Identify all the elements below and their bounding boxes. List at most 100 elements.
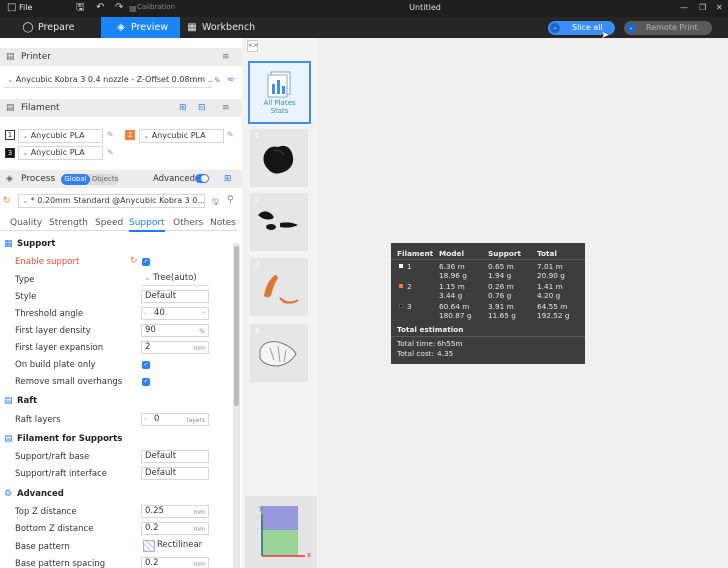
remove-overhangs-checkbox[interactable]: ✓: [142, 378, 150, 386]
subtab-quality[interactable]: Quality: [10, 218, 42, 228]
y-axis-label: y: [259, 504, 264, 512]
process-subtabs: Quality Strength Speed Support Others No…: [0, 216, 238, 232]
threshold-angle-unit: °: [202, 311, 205, 318]
plate-1-thumb[interactable]: 1: [250, 129, 308, 187]
save-icon[interactable]: 🖫: [76, 2, 85, 14]
all-plates-stats-thumb[interactable]: All Plates Stats: [248, 61, 311, 124]
remove-filament-icon[interactable]: ⊟: [198, 103, 206, 113]
subtab-notes[interactable]: Notes: [210, 218, 236, 228]
top-z-distance-input[interactable]: 0.25 mm: [141, 505, 209, 518]
stats-label: Stats: [270, 107, 289, 115]
app-menu-icon[interactable]: □: [7, 2, 16, 14]
redo-icon[interactable]: ↷: [115, 2, 123, 14]
global-objects-switch[interactable]: Global Objects: [61, 174, 119, 185]
workbench-icon: ▦: [187, 22, 197, 33]
close-icon[interactable]: ✕: [716, 2, 723, 14]
base-pattern-spacing-value: 0.2: [145, 558, 159, 568]
top-z-distance-value: 0.25: [145, 506, 164, 516]
support-group-title: Support: [17, 239, 56, 249]
printer-settings-icon[interactable]: ≡: [222, 52, 230, 62]
filament-slot-3-swatch[interactable]: 3: [5, 148, 15, 158]
filament-slot-1-select[interactable]: ⌄ Anycubic PLA: [18, 129, 103, 143]
threshold-angle-input[interactable]: ˄ ˅ 40 °: [141, 307, 209, 320]
stats-row-1-id: 1: [407, 262, 412, 271]
subtab-speed[interactable]: Speed: [95, 218, 123, 228]
first-layer-density-input[interactable]: 90 %: [141, 324, 209, 337]
support-interface-select[interactable]: Default: [141, 467, 209, 480]
base-pattern-value: Rectilinear: [157, 540, 203, 550]
raft-icon: ▤: [4, 396, 13, 406]
base-pattern-spacing-input[interactable]: 0.2 mm: [141, 557, 209, 568]
subtab-others[interactable]: Others: [173, 218, 203, 228]
bottom-z-distance-input[interactable]: 0.2 mm: [141, 522, 209, 535]
first-layer-expansion-input[interactable]: 2 mm: [141, 341, 209, 354]
collapse-sidebar-icon[interactable]: <>: [247, 40, 258, 52]
edit-icon[interactable]: ✎: [214, 76, 221, 85]
process-compare-icon[interactable]: ⊞: [224, 174, 232, 184]
remote-print-button[interactable]: ⌄ Remote Print: [624, 21, 712, 35]
tab-workbench[interactable]: ▦ Workbench: [186, 17, 258, 38]
add-filament-icon[interactable]: ⊞: [179, 103, 187, 113]
restore-icon[interactable]: ❐: [699, 2, 706, 14]
reset-icon[interactable]: ↻: [130, 256, 138, 266]
wifi-icon[interactable]: ≈: [227, 75, 235, 85]
filament-supports-group-title: Filament for Supports: [17, 434, 123, 444]
tab-prepare[interactable]: ◯ Prepare: [22, 17, 100, 38]
edit-icon[interactable]: ✎: [107, 148, 114, 157]
process-preset-select[interactable]: ⌄ * 0.20mm Standard @Anycubic Kobra 3 0..…: [18, 194, 205, 208]
support-type-value: Tree(auto): [153, 273, 197, 283]
search-icon[interactable]: ⚲: [227, 195, 234, 205]
advanced-toggle[interactable]: [195, 174, 209, 183]
stats-header-total: Total: [537, 249, 557, 258]
support-style-select[interactable]: Default: [141, 290, 209, 303]
total-time-label: Total time:: [397, 339, 436, 348]
filament-3-swatch: [399, 304, 403, 308]
stats-row-2-total-weight: 4.20 g: [537, 291, 561, 300]
scrollbar-thumb[interactable]: [234, 246, 239, 406]
raft-group-title: Raft: [17, 396, 38, 406]
calibration-menu[interactable]: Calibration: [137, 3, 175, 11]
printer-section-header: ▤ Printer ≡: [0, 48, 242, 66]
global-option[interactable]: Global: [61, 174, 90, 185]
filament-slot-2-swatch[interactable]: 2: [125, 130, 135, 140]
objects-option[interactable]: Objects: [91, 174, 119, 185]
bottom-z-distance-unit: mm: [193, 526, 205, 533]
top-z-distance-unit: mm: [193, 509, 205, 516]
printer-preset-select[interactable]: ⌄ Anycubic Kobra 3 0.4 nozzle - Z-Offset …: [4, 74, 212, 88]
spinner-icon[interactable]: ˄ ˅: [144, 308, 147, 319]
plate-1-model: [263, 145, 294, 174]
reset-icon[interactable]: ↻: [3, 196, 11, 206]
save-preset-icon[interactable]: 🖫: [212, 196, 219, 210]
plate-2-thumb[interactable]: 2: [250, 193, 308, 251]
total-cost-value: 4.35: [437, 349, 454, 358]
raft-layers-input[interactable]: ˄ ˅ 0 layers: [141, 413, 209, 426]
edit-icon[interactable]: ✎: [107, 130, 114, 139]
spinner-icon[interactable]: ˄ ˅: [144, 414, 147, 425]
slice-all-label: Slice all: [572, 23, 603, 32]
build-plate-only-checkbox[interactable]: ✓: [142, 361, 150, 369]
chevron-down-icon[interactable]: ⌄: [626, 23, 636, 33]
settings-scrollbar[interactable]: [233, 243, 240, 568]
edit-icon[interactable]: ✎: [227, 130, 234, 139]
filament-slot-2-select[interactable]: ⌄ Anycubic PLA: [139, 129, 224, 143]
enable-support-checkbox[interactable]: ✓: [142, 258, 150, 266]
filament-slot-1-swatch[interactable]: 1: [5, 130, 15, 140]
support-type-select[interactable]: ⌄ Tree(auto): [141, 273, 209, 286]
minimize-icon[interactable]: —: [680, 2, 688, 14]
support-base-select[interactable]: Default: [141, 450, 209, 463]
plate-3-thumb[interactable]: 3: [250, 258, 308, 316]
chevron-down-icon[interactable]: ⌄: [550, 23, 560, 33]
subtab-support[interactable]: Support: [129, 218, 165, 232]
undo-icon[interactable]: ↶: [96, 2, 104, 14]
stats-row-1-model-length: 6.36 m: [439, 262, 465, 271]
filament-settings-icon[interactable]: ≡: [222, 103, 230, 113]
base-pattern-select[interactable]: Rectilinear: [141, 540, 209, 553]
file-menu[interactable]: File: [19, 3, 32, 12]
support-icon: ▦: [4, 239, 13, 249]
filament-2-swatch: [399, 284, 403, 288]
plate-4-thumb[interactable]: 4: [250, 324, 308, 382]
tab-preview[interactable]: ◈ Preview: [101, 17, 180, 38]
stats-row-1-total-length: 7.01 m: [537, 262, 563, 271]
subtab-strength[interactable]: Strength: [49, 218, 88, 228]
filament-slot-3-select[interactable]: ⌄ Anycubic PLA: [18, 146, 103, 160]
